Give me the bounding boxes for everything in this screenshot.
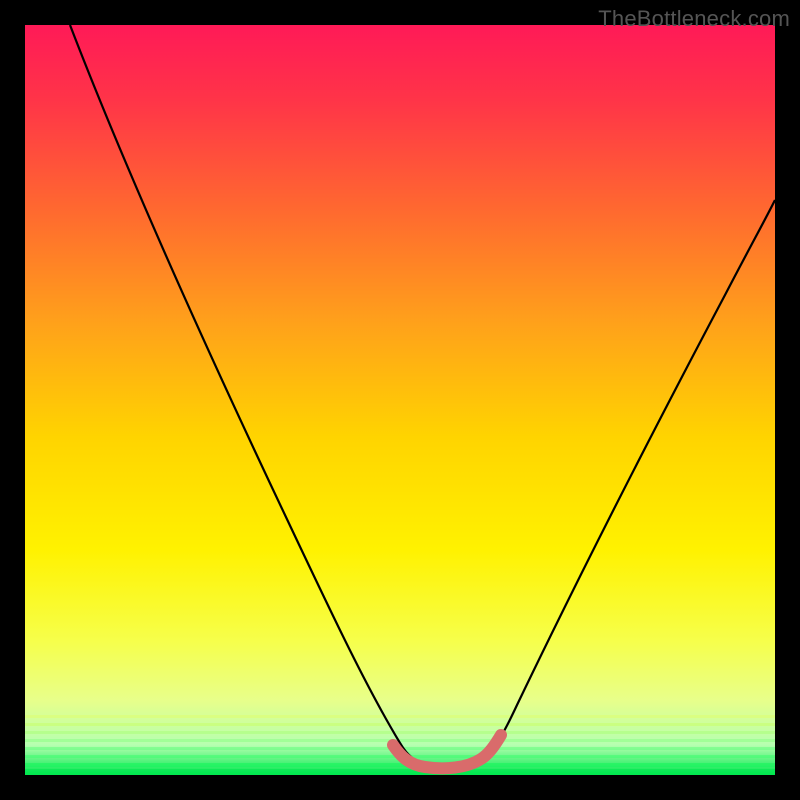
optimal-band-highlight bbox=[393, 735, 501, 768]
bottleneck-curve bbox=[70, 25, 775, 766]
watermark-text: TheBottleneck.com bbox=[598, 6, 790, 32]
chart-frame: TheBottleneck.com bbox=[0, 0, 800, 800]
plot-area bbox=[25, 25, 775, 775]
curve-layer bbox=[25, 25, 775, 775]
